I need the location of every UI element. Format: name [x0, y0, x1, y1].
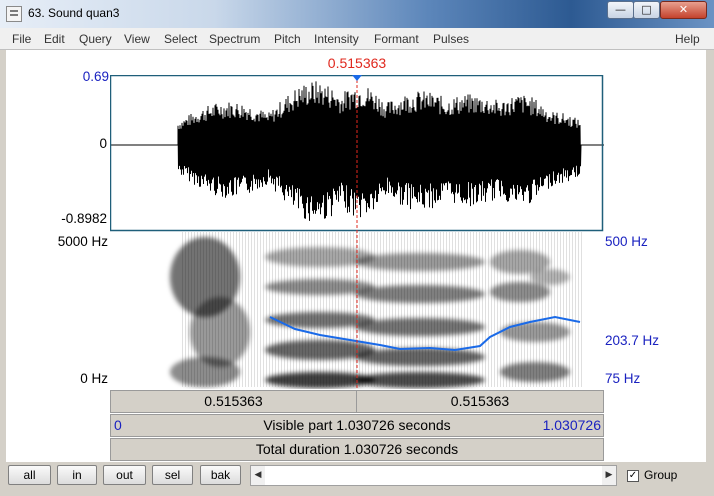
total-duration-label: Total duration 1.030726 seconds	[255, 441, 459, 457]
zoom-in-button[interactable]: in	[57, 465, 97, 485]
spectrogram-bottom-frequency: 0 Hz	[80, 371, 108, 386]
menu-bar: File Edit Query View Select Spectrum Pit…	[0, 28, 714, 50]
wave-max-label: 0.69	[82, 69, 109, 84]
menu-view[interactable]: View	[124, 32, 150, 46]
segment-left[interactable]: 0.515363	[110, 390, 357, 413]
spectrogram-top-frequency: 5000 Hz	[57, 234, 108, 249]
cursor-overlay	[352, 75, 362, 390]
menu-select[interactable]: Select	[164, 32, 197, 46]
zoom-all-button[interactable]: all	[8, 465, 51, 485]
wave-zero-label: 0	[99, 136, 107, 151]
segment-right-label: 0.515363	[450, 393, 510, 409]
maximize-button[interactable]: □	[633, 1, 660, 19]
visible-part-label: Visible part 1.030726 seconds	[263, 417, 451, 433]
zoom-out-button[interactable]: out	[103, 465, 146, 485]
praat-sound-icon	[6, 6, 22, 22]
pitch-bottom-label: 75 Hz	[605, 371, 641, 386]
menu-intensity[interactable]: Intensity	[314, 32, 359, 46]
menu-formant[interactable]: Formant	[374, 32, 419, 46]
scroll-right-arrow-icon[interactable]: ▶	[602, 466, 616, 485]
minimize-button[interactable]: —	[607, 1, 634, 19]
segment-left-label: 0.515363	[204, 393, 263, 409]
menu-edit[interactable]: Edit	[44, 32, 65, 46]
scroll-left-arrow-icon[interactable]: ◀	[251, 466, 265, 485]
menu-pulses[interactable]: Pulses	[433, 32, 469, 46]
menu-pitch[interactable]: Pitch	[274, 32, 301, 46]
total-duration-bar[interactable]: Total duration 1.030726 seconds	[110, 438, 604, 461]
wave-min-label: -0.8982	[61, 211, 107, 226]
visible-part-bar[interactable]: 0 Visible part 1.030726 seconds 1.030726	[110, 414, 604, 437]
menu-help[interactable]: Help	[675, 32, 700, 46]
segment-right[interactable]: 0.515363	[356, 390, 604, 413]
horizontal-scrollbar[interactable]: ◀ ▶	[250, 465, 617, 486]
menu-query[interactable]: Query	[79, 32, 112, 46]
menu-spectrum[interactable]: Spectrum	[209, 32, 260, 46]
pitch-top-label: 500 Hz	[605, 234, 648, 249]
zoom-selection-button[interactable]: sel	[152, 465, 193, 485]
menu-file[interactable]: File	[12, 32, 31, 46]
cursor-marker	[352, 75, 362, 81]
visible-end-time: 1.030726	[542, 417, 601, 433]
checkmark-icon: ✓	[628, 470, 638, 481]
pitch-value-label: 203.7 Hz	[605, 333, 660, 348]
zoom-back-button[interactable]: bak	[200, 465, 241, 485]
window-title: 63. Sound quan3	[28, 6, 120, 20]
group-label: Group	[644, 468, 678, 482]
close-button[interactable]: ✕	[660, 1, 707, 19]
group-checkbox[interactable]: ✓	[627, 470, 639, 482]
